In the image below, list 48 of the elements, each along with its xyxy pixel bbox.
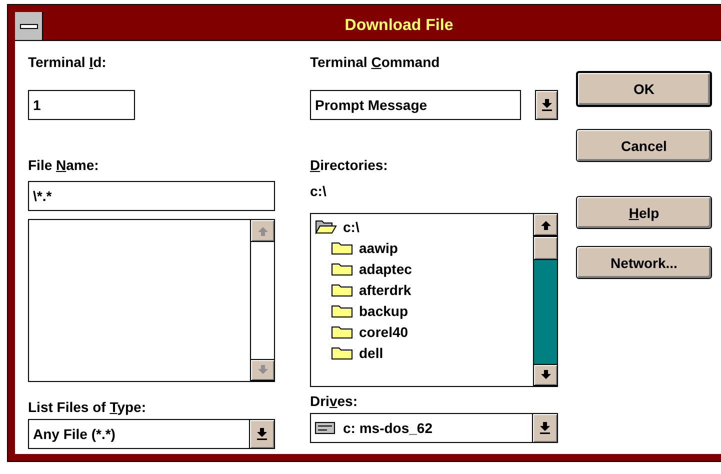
drive-name: c: ms-dos_62 (343, 420, 432, 436)
down-arrow-icon (258, 365, 268, 375)
directories-label: Directories: (310, 157, 389, 175)
directory-item[interactable]: corel40 (315, 321, 529, 342)
directory-item[interactable]: adaptec (315, 258, 529, 279)
folder-icon (331, 303, 353, 318)
up-arrow-icon (540, 220, 550, 230)
down-arrow-icon (542, 99, 552, 111)
folder-icon (331, 240, 353, 255)
terminal-id-label: Terminal Id: (28, 54, 108, 72)
directory-item[interactable]: c:\ (315, 216, 529, 237)
terminal-id-field[interactable]: 1 (28, 90, 135, 120)
down-arrow-icon (540, 422, 550, 434)
folder-icon (331, 345, 353, 360)
file-type-label: List Files of Type: (28, 399, 147, 417)
scrollbar[interactable] (533, 214, 557, 386)
file-name-field[interactable]: \*.* (28, 181, 275, 211)
directory-item[interactable]: afterdrk (315, 279, 529, 300)
directory-item[interactable]: aawip (315, 237, 529, 258)
drives-dropdown[interactable]: c: ms-dos_62 (310, 413, 558, 443)
dialog-button[interactable]: Network... (576, 246, 712, 279)
down-arrow-icon (540, 370, 550, 380)
file-list[interactable] (28, 219, 275, 382)
dialog-button[interactable]: Help (576, 196, 712, 229)
drive-icon (315, 422, 335, 434)
file-type-dropdown[interactable]: Any File (*.*) (28, 419, 275, 449)
current-path: c:\ (310, 183, 328, 201)
drives-label: Drives: (310, 393, 358, 411)
terminal-command-field[interactable]: Prompt Message (310, 90, 522, 120)
dialog-button[interactable]: Cancel (576, 129, 712, 162)
up-arrow-icon (258, 226, 268, 236)
scrollbar[interactable] (250, 220, 274, 381)
dialog-button[interactable]: OK (576, 71, 712, 107)
open-folder-icon (315, 219, 337, 234)
window-title: Download File (344, 16, 454, 36)
down-arrow-icon (257, 428, 267, 440)
folder-icon (331, 261, 353, 276)
directory-item[interactable]: dell (315, 342, 529, 363)
folder-icon (331, 324, 353, 339)
system-menu-button[interactable] (15, 12, 43, 40)
dropdown-button[interactable] (535, 90, 558, 120)
file-name-label: File Name: (28, 157, 100, 175)
directory-list[interactable]: c:\ aawip adaptec afterdrk backup corel40 dell (310, 213, 558, 387)
terminal-command-label: Terminal Command (310, 54, 441, 72)
minus-icon (20, 24, 38, 28)
folder-icon (331, 282, 353, 297)
scroll-thumb[interactable] (534, 236, 557, 260)
directory-item[interactable]: backup (315, 300, 529, 321)
